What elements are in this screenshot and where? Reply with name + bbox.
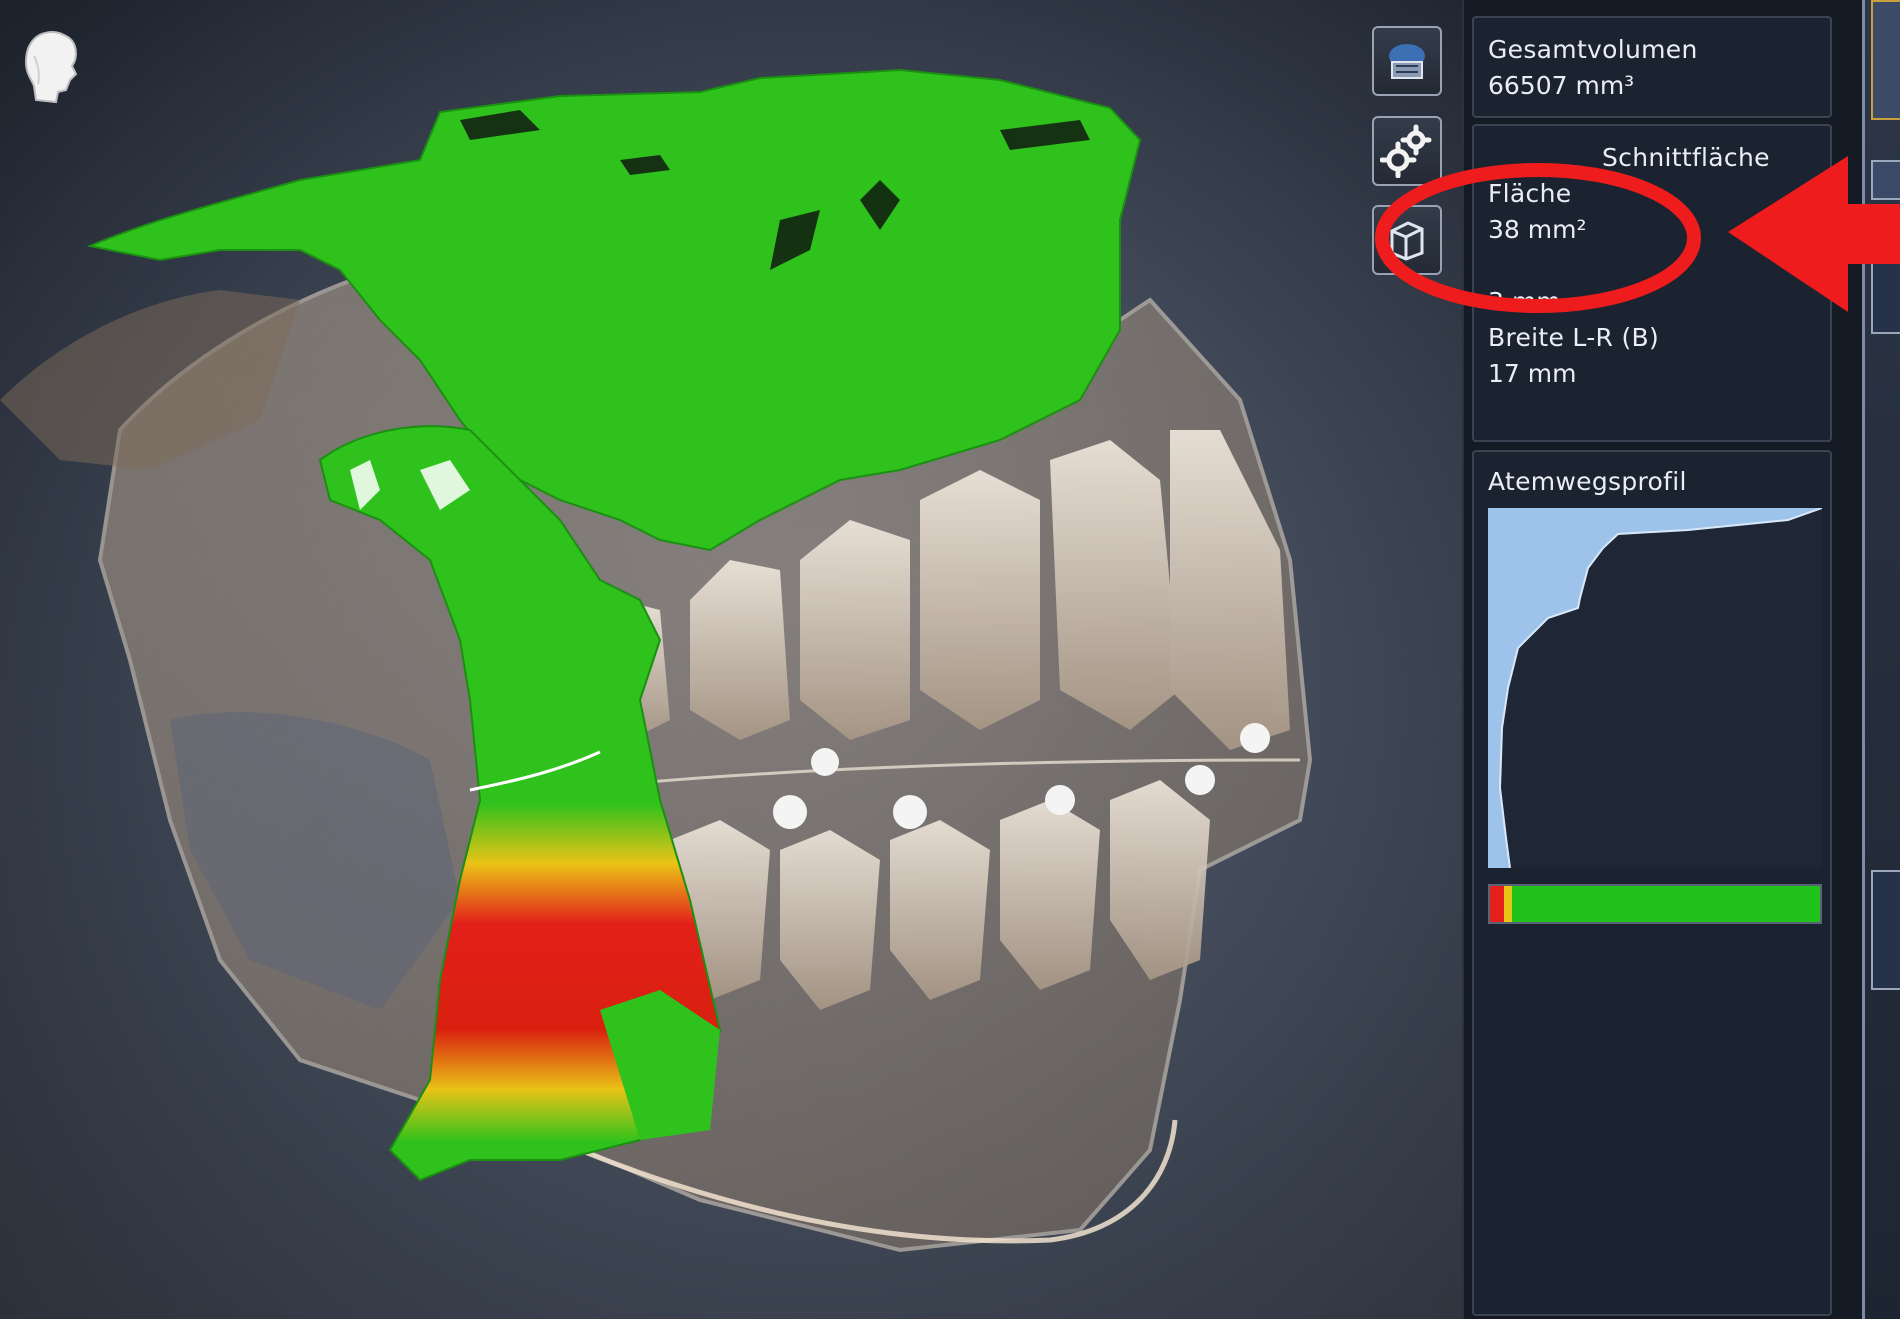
airway-profile-title: Atemwegsprofil [1488,467,1687,496]
total-volume-label: Gesamtvolumen [1488,35,1698,64]
3d-viewport[interactable] [0,0,1462,1319]
airway-3d-rendering[interactable] [0,0,1462,1319]
scale-yellow-segment [1504,886,1512,922]
scale-red-segment [1490,886,1504,922]
airway-color-scale [1488,884,1822,924]
3d-view-icon [1389,44,1425,79]
total-volume-card: Gesamtvolumen 66507 mm³ [1472,16,1832,118]
pointer-arrow-annotation [1728,156,1900,312]
strip-button-top[interactable] [1871,0,1900,120]
airway-profile-chart[interactable] [1488,508,1822,868]
total-volume-value: 66507 mm³ [1488,71,1635,100]
head-orientation-icon[interactable] [22,28,84,106]
3d-view-button[interactable] [1372,26,1442,96]
airway-profile-card: Atemwegsprofil [1472,450,1832,1316]
width-value: 17 mm [1488,359,1577,388]
strip-button-lower[interactable] [1871,870,1900,990]
width-label: Breite L-R (B) [1488,323,1660,352]
highlight-ellipse-annotation [1375,163,1701,313]
